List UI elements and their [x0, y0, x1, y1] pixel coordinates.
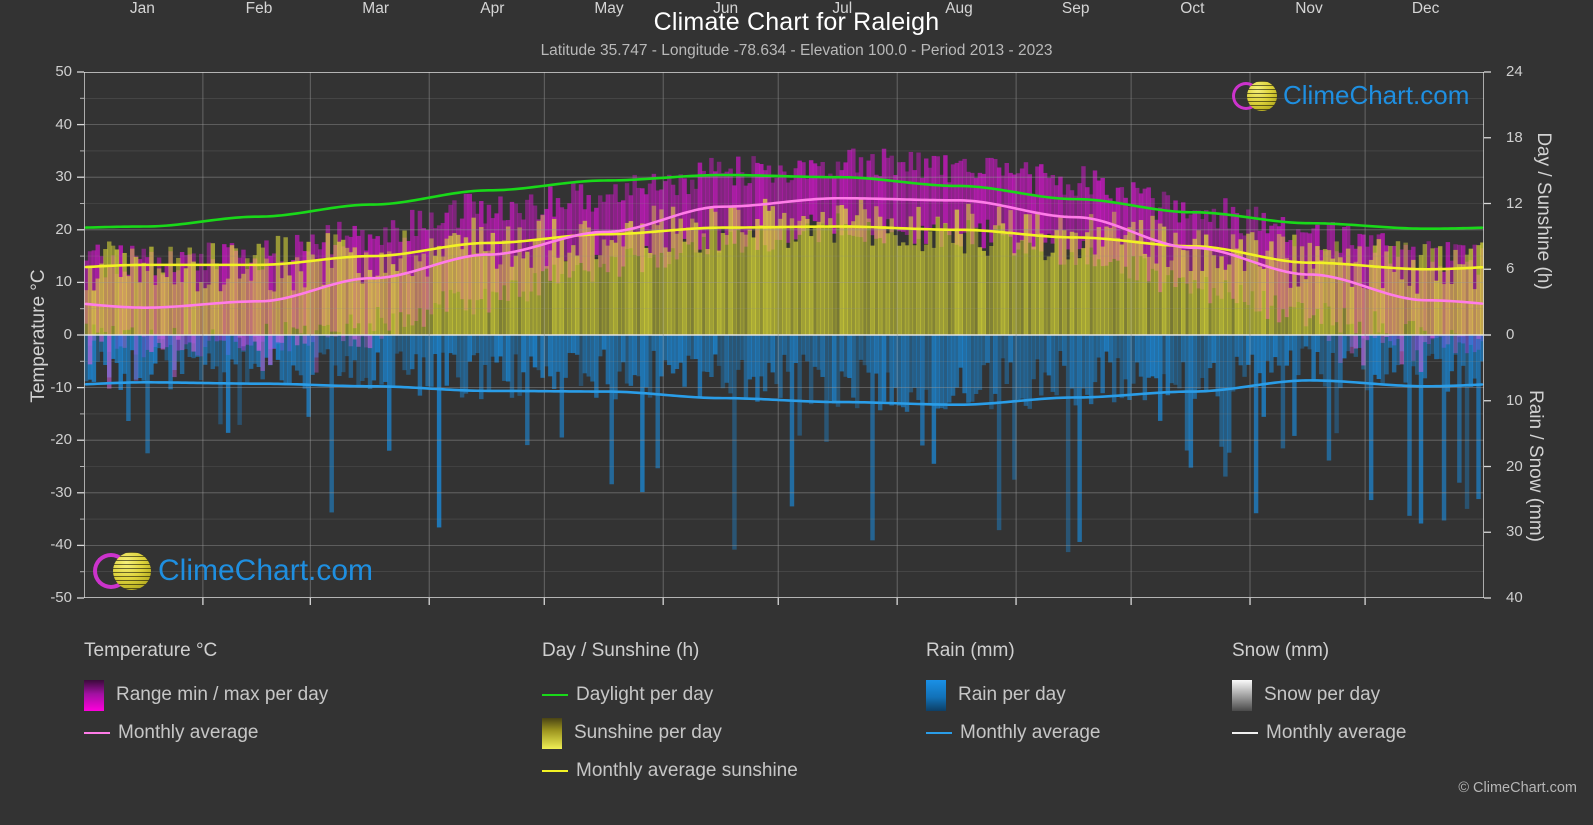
chart-legend: Temperature °C Range min / max per day M… [0, 640, 1593, 825]
swatch-temp-average [84, 732, 110, 734]
swatch-daylight [542, 694, 568, 696]
tick-month-jun: Jun [713, 0, 739, 17]
legend-label-temp-range: Range min / max per day [116, 684, 329, 705]
tick-month-jan: Jan [129, 0, 155, 17]
tick-sunshine-0: 0 [1506, 326, 1515, 343]
tick-sunshine-24: 24 [1506, 63, 1523, 80]
legend-item-sunshine-average: Monthly average sunshine [542, 752, 798, 790]
legend-item-rain-per-day: Rain per day [926, 676, 1100, 714]
legend-label-sunshine-average: Monthly average sunshine [576, 760, 798, 781]
legend-heading-snow: Snow (mm) [1232, 640, 1330, 661]
page-subtitle: Latitude 35.747 - Longitude -78.634 - El… [540, 42, 1053, 59]
tick-month-feb: Feb [245, 0, 273, 17]
chart-plot-area [84, 72, 1484, 598]
tick-temperature-30: 30 [55, 168, 72, 186]
swatch-rain [926, 679, 946, 711]
copyright-text: © ClimeChart.com [1458, 780, 1577, 796]
legend-item-temp-range: Range min / max per day [84, 676, 328, 714]
legend-group-sunshine: Day / Sunshine (h) Daylight per day Suns… [542, 640, 798, 790]
logo-text-bottom: ClimeChart.com [158, 554, 374, 587]
tick-temperature--20: -20 [50, 431, 72, 449]
tick-month-oct: Oct [1180, 0, 1205, 17]
tick-month-dec: Dec [1411, 0, 1440, 17]
tick-month-jul: Jul [832, 0, 853, 17]
swatch-sunshine [542, 717, 562, 749]
legend-label-daylight: Daylight per day [576, 684, 714, 705]
chart-canvas [84, 72, 1484, 598]
legend-item-rain-average: Monthly average [926, 714, 1100, 752]
tick-month-mar: Mar [362, 0, 389, 17]
legend-heading-sunshine: Day / Sunshine (h) [542, 640, 700, 661]
legend-item-snow-average: Monthly average [1232, 714, 1406, 752]
swatch-temp-range [84, 679, 104, 711]
legend-label-snow-average: Monthly average [1266, 722, 1407, 743]
logo-globe-icon [113, 552, 151, 590]
watermark-logo-top: ClimeChart.com [1232, 80, 1469, 111]
legend-group-temperature: Temperature °C Range min / max per day M… [84, 640, 328, 752]
tick-month-aug: Aug [945, 0, 973, 17]
watermark-logo-bottom: ClimeChart.com [93, 552, 373, 590]
tick-rain-30: 30 [1506, 523, 1523, 541]
legend-item-daylight: Daylight per day [542, 676, 798, 714]
tick-temperature-0: 0 [63, 326, 72, 343]
swatch-snow-average [1232, 732, 1258, 734]
tick-temperature--10: -10 [50, 378, 72, 396]
legend-label-temp-average: Monthly average [118, 722, 259, 743]
legend-group-rain: Rain (mm) Rain per day Monthly average [926, 640, 1100, 752]
logo-text-top: ClimeChart.com [1283, 80, 1470, 110]
tick-temperature-20: 20 [55, 220, 72, 238]
tick-rain-10: 10 [1506, 391, 1523, 409]
tick-sunshine-18: 18 [1506, 128, 1523, 146]
tick-rain-40: 40 [1506, 589, 1523, 606]
tick-month-apr: Apr [480, 0, 505, 17]
logo-globe-icon [1247, 80, 1277, 111]
legend-item-sunshine: Sunshine per day [542, 714, 798, 752]
legend-label-rain-per-day: Rain per day [958, 684, 1066, 705]
tick-month-may: May [594, 0, 624, 17]
swatch-rain-average [926, 732, 952, 734]
legend-label-sunshine: Sunshine per day [574, 722, 722, 743]
tick-temperature--50: -50 [50, 589, 72, 606]
tick-temperature--40: -40 [50, 536, 72, 554]
tick-sunshine-6: 6 [1506, 260, 1515, 278]
legend-heading-temperature: Temperature °C [84, 640, 218, 661]
legend-label-rain-average: Monthly average [960, 722, 1101, 743]
tick-temperature-40: 40 [55, 115, 72, 133]
swatch-sunshine-average [542, 770, 568, 772]
tick-temperature-50: 50 [55, 63, 72, 80]
tick-temperature--30: -30 [50, 483, 72, 501]
legend-group-snow: Snow (mm) Snow per day Monthly average [1232, 640, 1406, 752]
tick-temperature-10: 10 [55, 273, 72, 291]
legend-label-snow-per-day: Snow per day [1264, 684, 1381, 705]
legend-heading-rain: Rain (mm) [926, 640, 1015, 661]
legend-item-snow-per-day: Snow per day [1232, 676, 1406, 714]
tick-sunshine-12: 12 [1506, 194, 1523, 212]
swatch-snow [1232, 679, 1252, 711]
tick-rain-20: 20 [1506, 457, 1523, 475]
climate-chart-page: Climate Chart for Raleigh Latitude 35.74… [0, 0, 1593, 825]
legend-item-temp-average: Monthly average [84, 714, 328, 752]
tick-month-nov: Nov [1295, 0, 1323, 17]
tick-month-sep: Sep [1061, 0, 1090, 17]
